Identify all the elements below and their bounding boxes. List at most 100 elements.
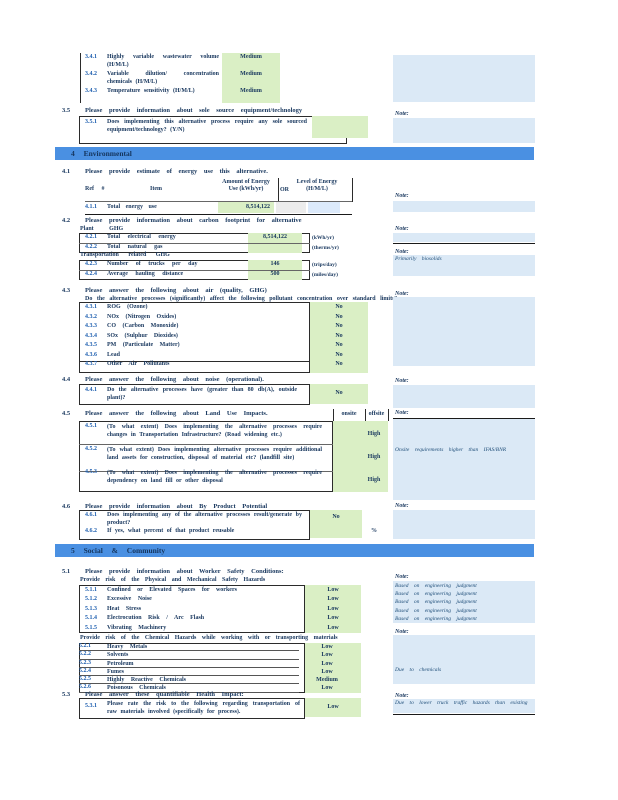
col-header-or: OR xyxy=(280,187,289,194)
value-cell[interactable]: Low xyxy=(299,643,355,651)
value-cell[interactable]: Low xyxy=(305,587,361,593)
value-cell[interactable]: No xyxy=(310,361,368,367)
row-ref: 4.2.3 xyxy=(85,261,97,267)
table-row: 4.2.4 Average hauling distance 500 (mile… xyxy=(85,270,375,280)
row-ref: 4.5.3 xyxy=(85,469,97,475)
byproduct-rows: 4.6.1 Does implementing any of the alter… xyxy=(85,511,368,540)
subheading-plant-ghg: Plant GHG xyxy=(80,226,123,232)
value-cell[interactable]: No xyxy=(310,304,368,310)
value-cell[interactable]: No xyxy=(310,314,368,320)
row-ref: 5.2.3 xyxy=(79,660,91,666)
note-text: Due to chemicals xyxy=(393,666,535,675)
value-cell[interactable]: Low xyxy=(305,615,361,621)
row-ref: 4.2.2 xyxy=(85,244,97,250)
section-bar-environmental: 4 Environmental xyxy=(55,147,534,160)
table-row: 5.2.4 Fumes Low xyxy=(79,668,299,676)
value-cell[interactable]: No xyxy=(310,323,368,329)
value-cell[interactable]: High xyxy=(360,431,388,437)
value-cell[interactable]: Low xyxy=(299,684,355,692)
row-question: Other Air Pollutants xyxy=(107,360,287,368)
question-title: Please provide estimate of energy use th… xyxy=(85,168,268,175)
question-title: Please answer the following about Land U… xyxy=(85,410,268,417)
note-box-variability[interactable] xyxy=(393,55,535,102)
value-cell[interactable]: Low xyxy=(305,606,361,612)
value-cell[interactable]: 146 xyxy=(248,261,302,267)
note-label: Note: xyxy=(395,111,409,117)
row-question: Does implementing this alternative proce… xyxy=(107,118,307,134)
note-box-sole-source[interactable] xyxy=(393,118,535,143)
value-cell[interactable]: No xyxy=(310,390,368,396)
col-header-onsite: onsite xyxy=(333,411,365,418)
value-cell[interactable]: Low xyxy=(305,704,361,710)
value-cell[interactable]: No xyxy=(310,333,368,339)
value-cell[interactable]: Low xyxy=(305,596,361,602)
table-row: 5.1.2 Excessive Noise Low xyxy=(85,595,365,604)
value-cell[interactable]: Medium xyxy=(222,71,280,77)
row-question: PM (Particulate Matter) xyxy=(107,341,287,349)
question-title: Please answer these quantifiable Health … xyxy=(85,691,244,698)
row-ref: 4.6.2 xyxy=(85,528,97,534)
value-cell[interactable]: No xyxy=(310,352,368,358)
note-box-health[interactable]: Due to lower truck traffic hazards than … xyxy=(393,699,535,713)
table-left-border xyxy=(80,53,81,103)
value-cell[interactable]: 500 xyxy=(248,271,302,277)
value-cell[interactable]: Low xyxy=(305,625,361,631)
row-ref: 5.1.5 xyxy=(85,625,97,631)
row-ref: 4.3.2 xyxy=(85,314,97,320)
value-cell[interactable]: Medium xyxy=(299,676,355,684)
row-ref: 5.1.2 xyxy=(85,596,97,602)
note-box-energy[interactable] xyxy=(393,201,535,212)
note-box-plant-ghg[interactable] xyxy=(393,233,535,242)
col-header-ref: Ref # xyxy=(85,186,115,193)
table-row: 3.4.2 Variable dilution/ concentration c… xyxy=(85,70,365,87)
note-box-noise[interactable] xyxy=(393,385,535,408)
value-cell[interactable]: 8,514,122 xyxy=(248,234,302,240)
row-question: Variable dilution/ concentration chemica… xyxy=(107,70,219,86)
table-row: 4.3.3 CO (Carbon Monoxide) No xyxy=(85,322,368,332)
note-box-land-use[interactable]: Onsite requirements higher than IFAS/BNR xyxy=(393,419,535,500)
note-label: Note: xyxy=(395,193,409,199)
input-cell-energy-amount[interactable]: 8,514,122 xyxy=(218,202,274,213)
value-cell[interactable]: Medium xyxy=(222,88,280,94)
input-cell-energy-level[interactable] xyxy=(308,202,340,213)
table-row: 5.2.3 Petroleum Low xyxy=(79,660,299,668)
question-number: 4.4 xyxy=(62,376,70,383)
note-box-transport-ghg[interactable]: Primarily biosolids xyxy=(393,255,535,276)
input-cell-sole-source[interactable] xyxy=(312,116,368,138)
row-ref: 4.2.1 xyxy=(85,234,97,240)
note-box-worker-safety[interactable]: Based on engineering judgment Based on e… xyxy=(393,581,535,623)
or-cell xyxy=(276,202,306,213)
note-box-byproduct[interactable] xyxy=(393,510,535,539)
col-header-level: Level of Energy (H/M/L) xyxy=(294,179,340,193)
table-row: 5.1.4 Electrocution Risk / Arc Flash Low xyxy=(85,614,365,623)
value-cell[interactable]: No xyxy=(310,342,368,348)
question-number: 3.5 xyxy=(62,107,70,114)
table-row: 5.3.1 Please rate the risk to the follow… xyxy=(85,700,368,716)
note-text: Due to lower truck traffic hazards than … xyxy=(393,699,535,708)
worker-safety-rows: 5.1.1 Confined or Elevated Spaces for wo… xyxy=(85,586,365,633)
value-cell[interactable]: High xyxy=(360,454,388,460)
row-question: Electrocution Risk / Arc Flash xyxy=(107,614,287,622)
col-header-item: Item xyxy=(150,186,162,193)
value-cell[interactable]: Low xyxy=(299,668,355,676)
row-ref: 5.1.3 xyxy=(85,606,97,612)
note-label: Note: xyxy=(395,574,409,580)
subheading-chemical-hazards: Provide risk of the Chemical Hazards whi… xyxy=(80,635,338,641)
question-number: 4.3 xyxy=(62,287,70,294)
value-cell[interactable]: Medium xyxy=(222,54,280,60)
row-ref: 5.2.5 xyxy=(79,676,91,682)
question-number: 5.1 xyxy=(62,568,70,575)
row-question: Lead xyxy=(107,351,287,359)
table-row: 4.6.2 If yes, what percent of that produ… xyxy=(85,527,368,540)
note-box-chemical[interactable]: Due to chemicals xyxy=(393,635,535,684)
note-box-air-quality[interactable] xyxy=(393,297,535,366)
row-question: Please rate the risk to the following re… xyxy=(107,700,300,716)
row-question: (To what extent) Does implementing alter… xyxy=(107,446,322,462)
value-cell[interactable]: Low xyxy=(299,660,355,668)
value-cell[interactable]: No xyxy=(310,514,362,520)
value-cell[interactable]: High xyxy=(360,477,388,483)
row-question: Excessive Noise xyxy=(107,595,287,603)
row-question: Petroleum xyxy=(107,660,287,668)
value-cell[interactable]: Low xyxy=(299,651,355,659)
row-question: Number of trucks per day xyxy=(107,260,247,268)
